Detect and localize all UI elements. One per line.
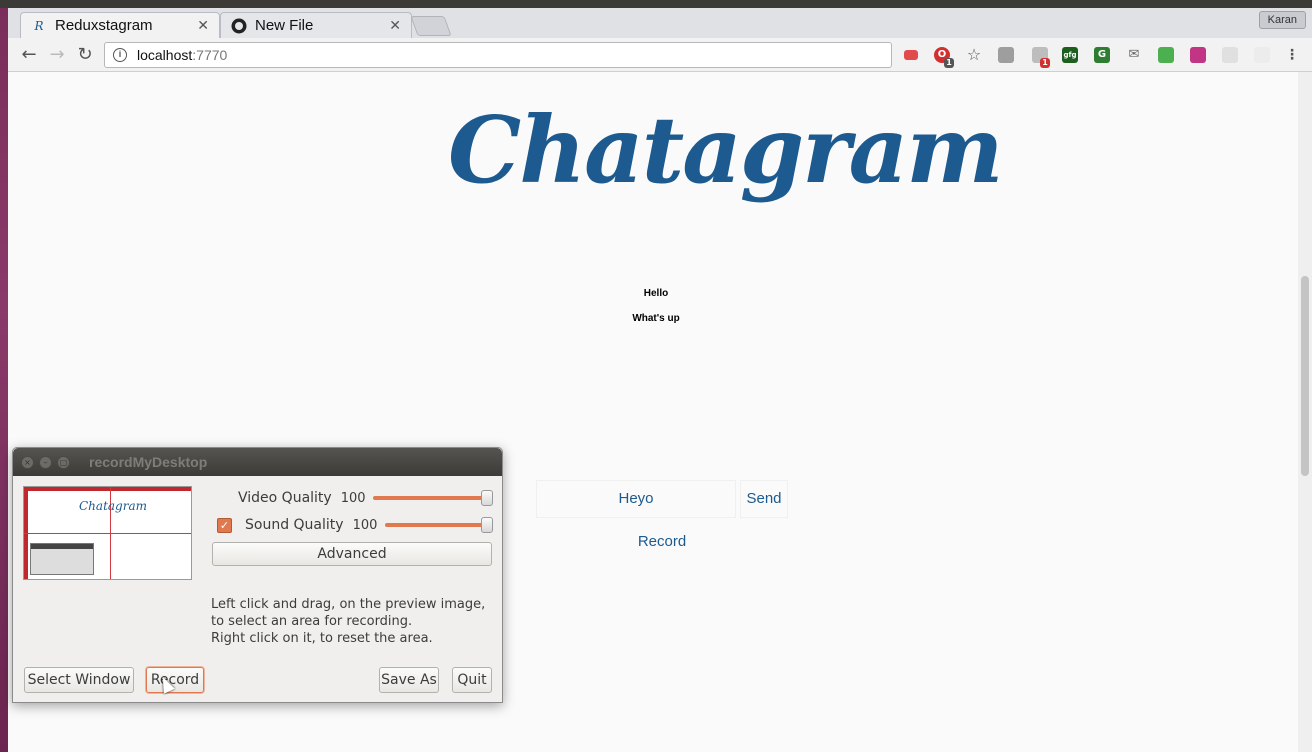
close-icon[interactable]: ✕ (389, 18, 401, 34)
tab-label: New File (255, 17, 314, 34)
evernote-icon[interactable] (1158, 47, 1174, 63)
address-bar[interactable]: i localhost:7770 (104, 42, 892, 68)
tab-favicon: R (34, 18, 44, 33)
os-top-bar (0, 0, 1312, 8)
forward-icon[interactable]: → (46, 44, 68, 66)
maximize-icon[interactable]: ▢ (57, 455, 70, 469)
minimize-icon[interactable]: – (39, 455, 52, 469)
close-icon[interactable]: ✕ (197, 18, 209, 34)
advanced-button[interactable]: Advanced (212, 542, 492, 566)
slider-knob[interactable] (480, 517, 493, 533)
sound-quality-row: ✓ Sound Quality 100 (217, 517, 493, 533)
extension-icon[interactable] (1222, 47, 1238, 63)
extension-badge: 1 (944, 58, 954, 68)
page-scrollbar[interactable] (1298, 72, 1312, 752)
extension-icon[interactable] (998, 47, 1014, 63)
menu-icon[interactable]: ⋮ (1284, 47, 1300, 63)
recording-preview[interactable]: Chatagram (23, 486, 192, 580)
video-quality-slider[interactable] (372, 490, 493, 506)
extension-icon[interactable] (904, 50, 918, 60)
tab-reduxstagram[interactable]: R Reduxstagram ✕ (20, 12, 220, 38)
url-port: :7770 (192, 47, 228, 63)
recordmydesktop-window: × – ▢ recordMyDesktop Chatagram Video Qu… (12, 447, 503, 703)
sound-quality-slider[interactable] (384, 517, 493, 533)
send-button[interactable]: Send (740, 480, 788, 518)
gfg-extension-icon[interactable]: gfg (1062, 47, 1078, 63)
sound-quality-value: 100 (352, 517, 378, 533)
help-text: Left click and drag, on the preview imag… (211, 597, 486, 646)
tab-label: Reduxstagram (55, 17, 153, 34)
url-host: localhost (137, 47, 193, 63)
tab-bar: R Reduxstagram ✕ New File ✕ Karan (8, 8, 1312, 38)
message-input[interactable]: Heyo (536, 480, 736, 518)
new-tab-button[interactable] (410, 16, 452, 36)
message-item: Hello (643, 288, 669, 299)
select-window-button[interactable]: Select Window (24, 667, 134, 693)
github-icon (231, 18, 247, 34)
record-button[interactable]: Record (146, 667, 204, 693)
preview-window (30, 543, 94, 575)
record-button[interactable]: Record (622, 530, 702, 554)
slider-knob[interactable] (480, 490, 493, 506)
browser-toolbar: ← → ↻ i localhost:7770 O 1 ☆ 1 gfg G ✉ ⋮ (8, 38, 1312, 72)
sound-quality-checkbox[interactable]: ✓ (217, 517, 232, 533)
message-item: What's up (632, 313, 680, 324)
window-title: recordMyDesktop (89, 454, 208, 470)
launcher-bar (0, 8, 8, 752)
quit-button[interactable]: Quit (452, 667, 492, 693)
close-icon[interactable]: × (21, 455, 34, 469)
profile-button[interactable]: Karan (1258, 11, 1306, 29)
video-quality-row: Video Quality 100 (238, 490, 493, 506)
selection-line (24, 533, 191, 534)
app-logo: Chatagram (448, 96, 1004, 204)
mail-icon[interactable]: ✉ (1126, 47, 1142, 63)
scrollbar-thumb[interactable] (1301, 276, 1309, 476)
sound-quality-label: Sound Quality (245, 517, 344, 533)
grammarly-icon[interactable]: G (1094, 47, 1110, 63)
extension-icon[interactable] (1254, 47, 1270, 63)
preview-logo: Chatagram (79, 499, 147, 513)
save-as-button[interactable]: Save As (379, 667, 439, 693)
video-quality-label: Video Quality (238, 490, 332, 506)
back-icon[interactable]: ← (18, 44, 40, 66)
extension-badge: 1 (1040, 58, 1050, 68)
window-titlebar[interactable]: × – ▢ recordMyDesktop (13, 448, 502, 476)
reload-icon[interactable]: ↻ (74, 44, 96, 66)
video-quality-value: 100 (340, 490, 366, 506)
tab-new-file[interactable]: New File ✕ (220, 12, 412, 38)
instagram-icon[interactable] (1190, 47, 1206, 63)
info-icon[interactable]: i (113, 48, 127, 62)
star-icon[interactable]: ☆ (966, 47, 982, 63)
